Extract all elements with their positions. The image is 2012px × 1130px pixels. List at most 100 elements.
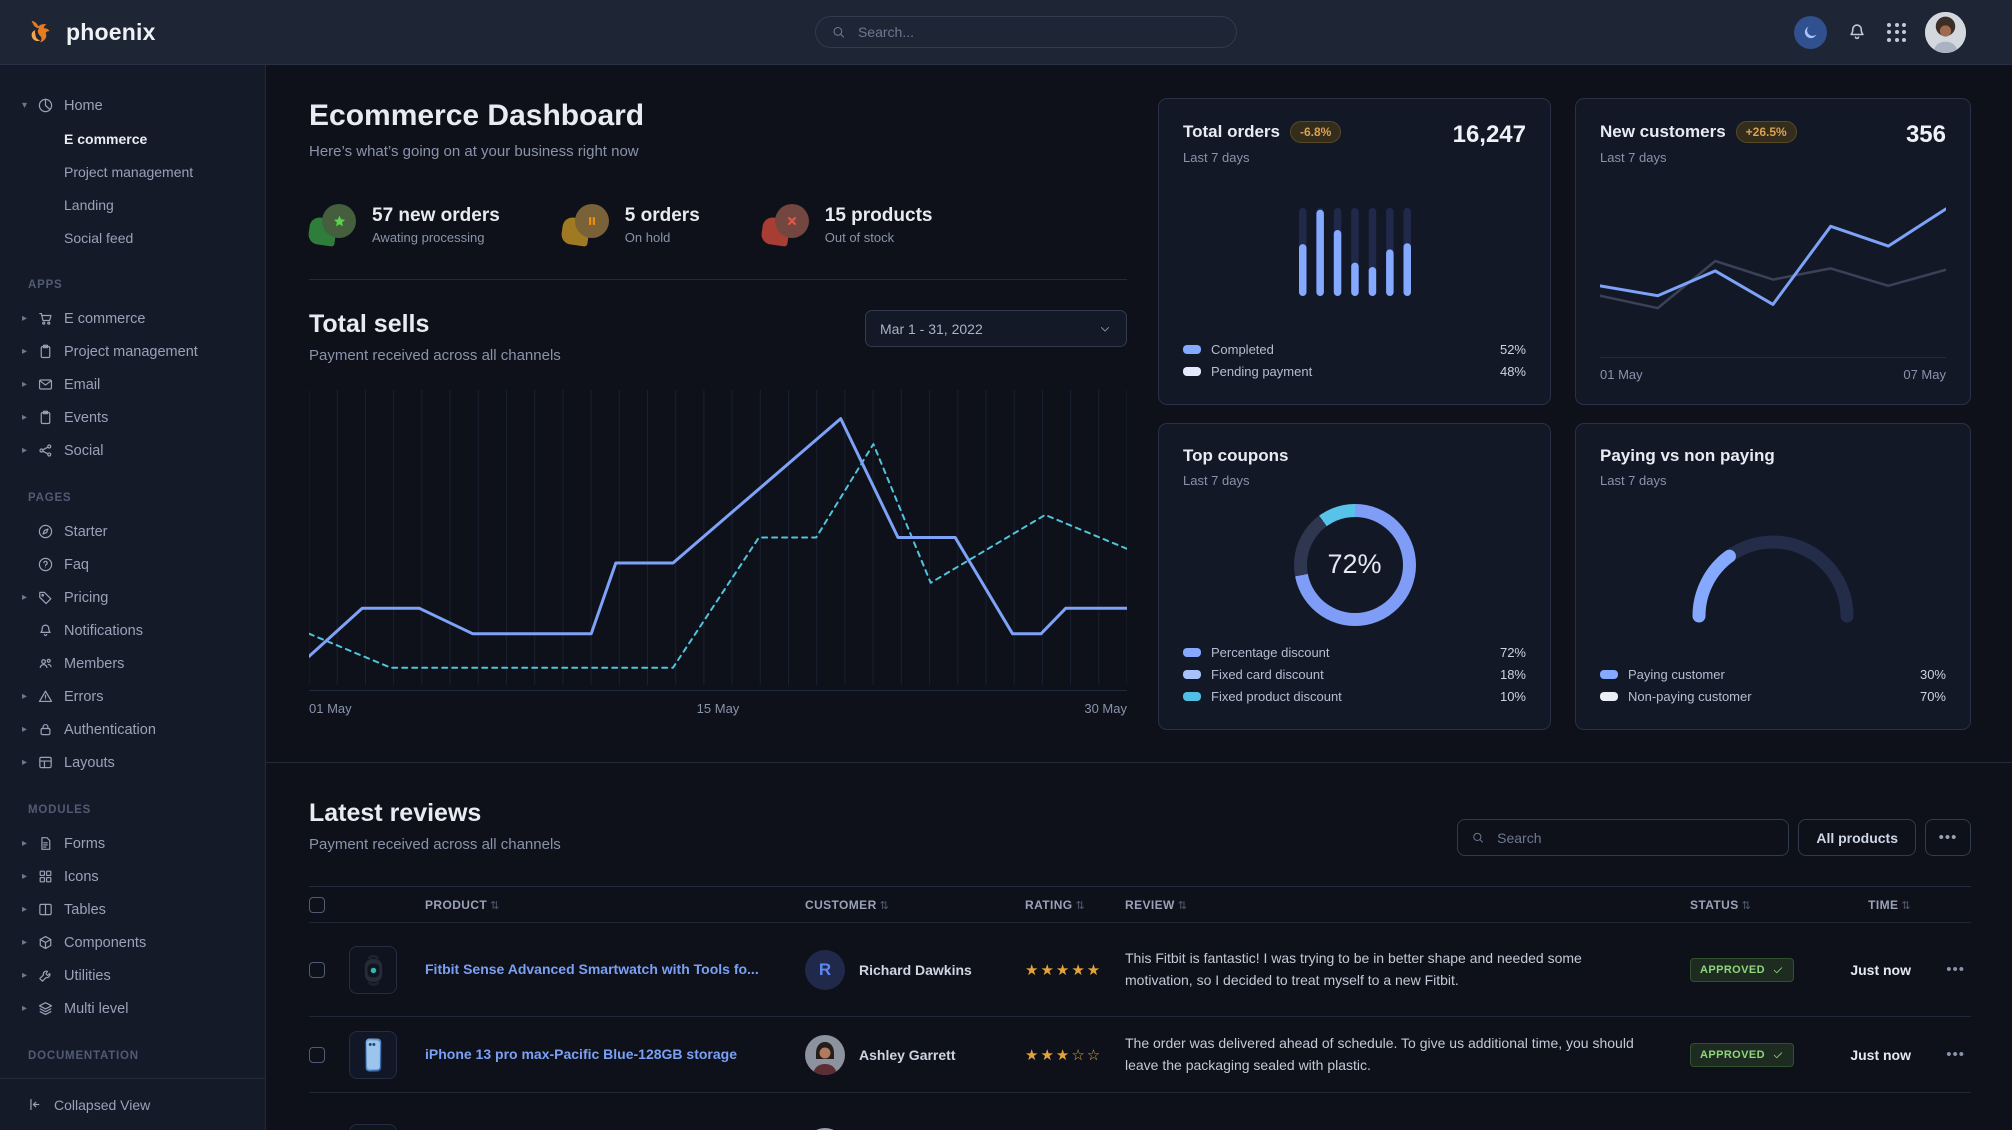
sidebar-item-utilities[interactable]: ▸ Utilities [0,959,265,992]
review-time: Just now [1820,962,1925,978]
x-icon [762,204,809,245]
compass-icon [37,523,54,540]
sidebar-item-events[interactable]: ▸ Events [0,401,265,434]
share-icon [37,442,54,459]
caret-right-icon: ▸ [22,937,37,948]
review-text: The order was delivered ahead of schedul… [1125,1033,1690,1076]
sidebar-item-faq[interactable]: Faq [0,548,265,581]
sidebar-item-project-management-app[interactable]: ▸ Project management [0,335,265,368]
row-checkbox[interactable] [309,962,325,978]
cart-icon [37,310,54,327]
apps-grid-button[interactable] [1887,23,1906,42]
layers-icon [37,1000,54,1017]
sidebar-item-forms[interactable]: ▸ Forms [0,827,265,860]
paying-legend: Paying customer30% Non-paying customer70… [1600,663,1946,707]
sort-icon: ⇅ [490,900,500,912]
total-sells-subtitle: Payment received across all channels [309,347,561,364]
stat-out-of-stock: 15 products Out of stock [762,204,933,245]
sidebar-item-ecommerce-app[interactable]: ▸ E commerce [0,302,265,335]
sidebar-item-layouts[interactable]: ▸ Layouts [0,746,265,779]
sidebar-item-project-management[interactable]: Project management [0,155,265,188]
theme-toggle-button[interactable] [1794,16,1827,49]
bell-icon [1846,21,1868,43]
legend-swatch [1183,367,1201,376]
sidebar-item-social-feed[interactable]: Social feed [0,221,265,254]
columns-icon [37,901,54,918]
global-search-input[interactable] [856,23,1221,41]
stats-divider [309,279,1127,280]
layout-icon [37,754,54,771]
select-all-checkbox[interactable] [309,897,325,913]
sidebar-item-icons[interactable]: ▸ Icons [0,860,265,893]
sidebar-item-authentication[interactable]: ▸ Authentication [0,713,265,746]
sidebar-item-errors[interactable]: ▸ Errors [0,680,265,713]
sidebar-section-pages: PAGES [0,467,265,515]
sidebar-item-components[interactable]: ▸ Components [0,926,265,959]
product-link[interactable]: Fitbit Sense Advanced Smartwatch with To… [425,960,805,980]
reviews-more-button[interactable]: ••• [1925,819,1971,856]
macbook-image [351,1126,395,1130]
review-text: It’s a Mac, after all. Once you’ve gone … [1125,1126,1690,1130]
smartwatch-image [351,948,395,992]
sidebar-item-email[interactable]: ▸ Email [0,368,265,401]
brand-logo[interactable]: phoenix [26,17,156,47]
pause-icon [562,204,609,245]
grid-icon [37,868,54,885]
product-thumbnail[interactable] [349,946,397,994]
all-products-button[interactable]: All products [1798,819,1916,856]
legend-swatch [1183,345,1201,354]
reviews-search[interactable] [1457,819,1789,856]
caret-right-icon: ▸ [22,904,37,915]
section-divider [266,762,2012,763]
product-thumbnail[interactable] [349,1031,397,1079]
product-link[interactable]: iPhone 13 pro max-Pacific Blue-128GB sto… [425,1045,805,1065]
donut-center-label: 72% [1294,504,1416,626]
warning-triangle-icon [37,688,54,705]
sidebar-item-tables[interactable]: ▸ Tables [0,893,265,926]
top-coupons-donut-chart: 72% [1183,488,1526,641]
caret-right-icon: ▸ [22,691,37,702]
star-icon [309,204,356,245]
top-navbar: phoenix [0,0,2012,65]
sidebar-item-starter[interactable]: Starter [0,515,265,548]
user-avatar[interactable] [1925,12,1966,53]
product-thumbnail[interactable] [349,1124,397,1130]
sidebar-item-ecommerce[interactable]: E commerce [0,122,265,155]
customer-avatar-image [805,1035,845,1075]
sidebar-item-social[interactable]: ▸ Social [0,434,265,467]
customer-avatar[interactable]: R [805,950,845,990]
legend-swatch [1183,692,1201,701]
customer-avatar[interactable] [805,1035,845,1075]
caret-right-icon: ▸ [22,970,37,981]
total-orders-bar-chart [1183,165,1526,338]
sidebar-item-multi-level[interactable]: ▸ Multi level [0,992,265,1025]
main-content: Ecommerce Dashboard Here’s what’s going … [266,65,2012,1130]
paying-vs-nonpaying-card: Paying vs non paying Last 7 days Paying … [1575,423,1971,730]
caret-right-icon: ▸ [22,757,37,768]
sidebar: ▾ Home E commerce Project management Lan… [0,65,266,1130]
sidebar-item-notifications[interactable]: Notifications [0,614,265,647]
row-checkbox[interactable] [309,1047,325,1063]
change-badge: +26.5% [1736,121,1797,143]
reviews-search-input[interactable] [1495,829,1775,847]
sidebar-item-landing[interactable]: Landing [0,188,265,221]
collapse-icon [26,1096,43,1113]
page-subtitle: Here’s what’s going on at your business … [309,143,1127,160]
iphone-image [351,1033,395,1077]
global-search[interactable] [815,16,1237,48]
sidebar-item-members[interactable]: Members [0,647,265,680]
row-actions-button[interactable]: ••• [1925,960,1971,979]
date-range-select[interactable]: Mar 1 - 31, 2022 [865,310,1127,347]
sidebar-section-documentation: DOCUMENTATION [0,1025,265,1073]
brand-name: phoenix [66,19,156,46]
user-avatar-image [1925,12,1966,53]
collapse-sidebar-button[interactable]: Collapsed View [0,1078,265,1130]
notifications-button[interactable] [1846,21,1868,43]
stats-row: 57 new orders Awating processing 5 order… [309,204,1127,245]
row-actions-button[interactable]: ••• [1925,1045,1971,1064]
sidebar-item-home[interactable]: ▾ Home [0,89,265,122]
sidebar-item-pricing[interactable]: ▸ Pricing [0,581,265,614]
table-row: Fitbit Sense Advanced Smartwatch with To… [309,922,1971,1016]
rating-stars: ★★★☆☆ [1025,1046,1125,1064]
search-icon [831,24,846,40]
